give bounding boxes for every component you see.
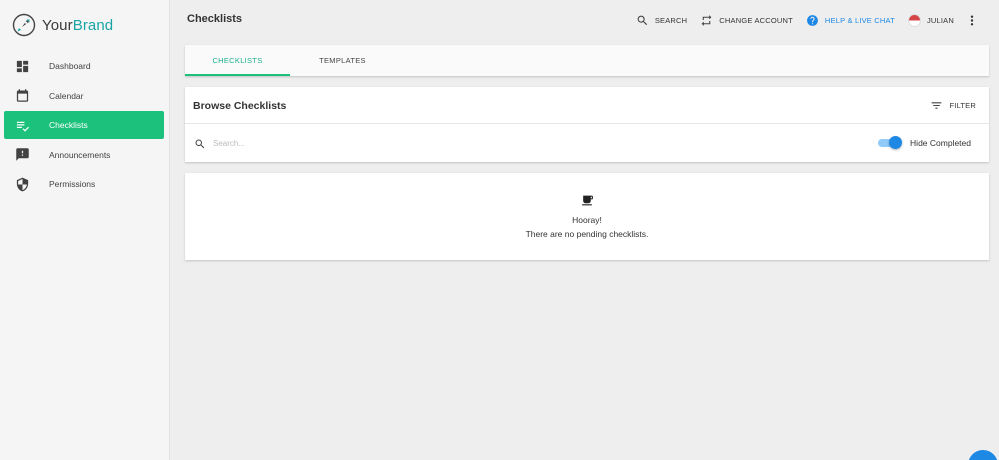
filter-button[interactable]: FILTER (930, 99, 976, 112)
sidebar-item-label: Calendar (49, 90, 84, 101)
more-menu-button[interactable] (967, 14, 977, 27)
filter-label: FILTER (949, 101, 976, 110)
announcement-icon (14, 147, 30, 163)
sidebar-item-label: Checklists (49, 120, 88, 130)
search-input[interactable] (213, 136, 513, 150)
change-account-label: CHANGE ACCOUNT (719, 15, 793, 25)
hide-completed-label: Hide Completed (910, 137, 971, 148)
calendar-icon (14, 88, 30, 104)
chat-fab-button[interactable] (968, 450, 998, 460)
filter-icon (931, 102, 941, 109)
avatar (907, 13, 921, 27)
empty-state-message: There are no pending checklists. (525, 229, 649, 239)
user-name: JULIAN (926, 15, 954, 25)
tabs-bar: CHECKLISTS TEMPLATES (185, 45, 989, 76)
browse-header: Browse Checklists FILTER (185, 87, 989, 124)
search-button-label: SEARCH (654, 15, 688, 25)
sidebar-item-calendar[interactable]: Calendar (4, 82, 164, 110)
more-vertical-icon (970, 15, 974, 25)
brand-logo[interactable]: YourBrand (12, 12, 113, 38)
user-menu[interactable]: JULIAN (907, 13, 954, 27)
tab-checklists[interactable]: CHECKLISTS (185, 45, 290, 76)
help-live-chat-label: HELP & LIVE CHAT (824, 15, 895, 25)
checklist-icon (14, 117, 30, 133)
brand-name: YourBrand (42, 16, 114, 34)
change-account-button[interactable]: CHANGE ACCOUNT (700, 14, 793, 27)
sidebar-item-label: Permissions (49, 179, 96, 189)
repeat-icon (701, 14, 712, 26)
toggle-switch[interactable] (878, 136, 903, 149)
browse-checklists-card: Browse Checklists FILTER Hide Completed (185, 87, 989, 162)
sidebar-item-label: Announcements (49, 149, 111, 160)
search-button[interactable]: SEARCH (636, 14, 687, 27)
header-actions: SEARCH CHANGE ACCOUNT HELP & LIVE CHAT J… (623, 11, 977, 29)
search-icon (194, 137, 206, 149)
hide-completed-toggle[interactable]: Hide Completed (878, 136, 971, 149)
sidebar-nav: Dashboard Calendar Checklists Announceme… (4, 52, 164, 200)
sidebar: YourBrand Dashboard Calendar Checklists … (0, 0, 170, 460)
browse-title: Browse Checklists (193, 100, 287, 112)
top-header: Checklists SEARCH CHANGE ACCOUNT HELP & … (170, 0, 999, 40)
toggle-knob (889, 136, 903, 149)
sidebar-item-label: Dashboard (49, 61, 91, 71)
help-icon (807, 14, 818, 26)
page-title: Checklists (187, 13, 243, 25)
search-row: Hide Completed (185, 124, 989, 162)
sidebar-item-permissions[interactable]: Permissions (4, 170, 164, 198)
tab-templates[interactable]: TEMPLATES (290, 45, 395, 76)
sidebar-item-checklists[interactable]: Checklists (4, 111, 164, 139)
help-live-chat-button[interactable]: HELP & LIVE CHAT (806, 14, 895, 27)
sidebar-item-announcements[interactable]: Announcements (4, 141, 164, 169)
rocket-icon (12, 13, 36, 37)
dashboard-icon (14, 58, 30, 74)
empty-state-title: Hooray! (572, 215, 602, 225)
search-icon (637, 15, 647, 25)
empty-state-card: Hooray! There are no pending checklists. (185, 173, 989, 260)
coffee-icon (581, 194, 594, 207)
sidebar-item-dashboard[interactable]: Dashboard (4, 52, 164, 80)
shield-icon (14, 176, 30, 192)
